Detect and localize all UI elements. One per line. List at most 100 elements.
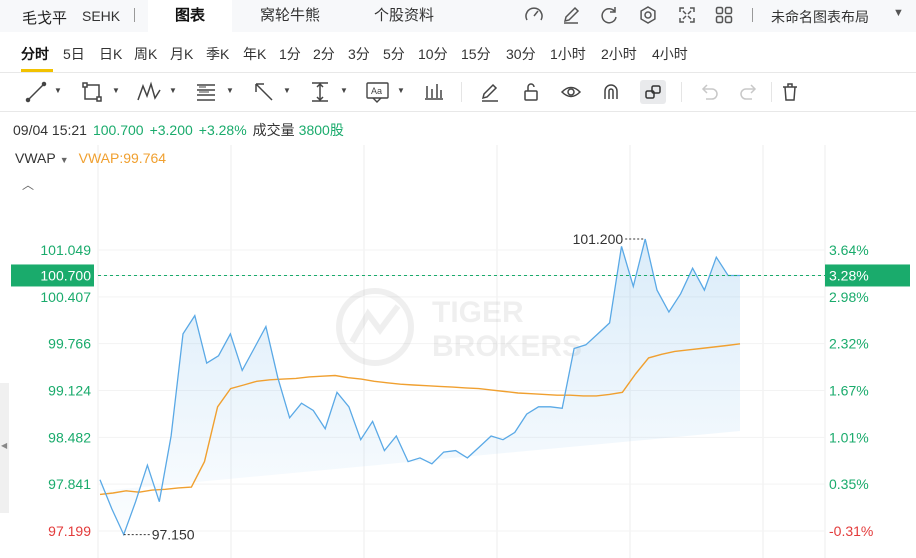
watermark-text-2: BROKERS	[432, 330, 582, 363]
settings-icon[interactable]	[637, 4, 659, 26]
fullscreen-icon[interactable]	[676, 4, 698, 26]
refresh-icon[interactable]	[598, 4, 620, 26]
collapse-icon[interactable]: ︿	[22, 176, 34, 193]
layout-name[interactable]: 未命名图表布局	[771, 7, 869, 27]
redo-icon[interactable]	[738, 80, 760, 104]
high-price-label: 101.200	[573, 231, 624, 247]
trash-icon[interactable]	[779, 80, 801, 104]
chevron-down-icon[interactable]: ▼	[226, 86, 234, 95]
y-tick-label: 99.124	[48, 383, 91, 399]
volume-label: 成交量	[252, 122, 295, 138]
line-tool-icon[interactable]	[24, 80, 48, 104]
quote-change: +3.200	[149, 122, 193, 138]
tab-warrants[interactable]: 窝轮牛熊	[242, 0, 338, 32]
grid-layout-icon[interactable]	[713, 4, 735, 26]
percent-axis: 3.64% 3.28% 2.98% 2.32% 1.67% 1.01% 0.35% -0.31…	[825, 242, 910, 539]
chevron-down-icon[interactable]: ▼	[397, 86, 405, 95]
exchange-label: SEHK	[82, 8, 121, 24]
y-tick-label: 98.482	[48, 429, 91, 445]
toolbar-divider	[771, 82, 772, 102]
pct-tick-label: -0.31%	[829, 523, 873, 539]
chevron-down-icon[interactable]: ▼	[893, 7, 904, 19]
price-axis: 101.049 100.700 100.407 99.766 99.124 98.482 9…	[11, 242, 94, 539]
indicator-icon[interactable]	[523, 4, 545, 26]
tab-chart[interactable]: 图表	[148, 0, 232, 32]
period-item[interactable]: 季K	[206, 44, 229, 64]
quote-change-pct: +3.28%	[198, 122, 247, 138]
header-divider	[752, 8, 753, 22]
chevron-left-icon[interactable]: ◀	[1, 441, 7, 450]
y-tick-label: 101.049	[40, 242, 91, 258]
pct-tick-label: 3.28%	[829, 267, 869, 283]
period-item[interactable]: 15分	[461, 44, 491, 64]
y-tick-label: 100.700	[40, 267, 91, 283]
divider	[0, 111, 916, 112]
y-tick-label: 99.766	[48, 336, 91, 352]
period-item[interactable]: 2小时	[601, 44, 637, 64]
chevron-down-icon[interactable]: ▼	[169, 86, 177, 95]
stock-name: 毛戈平	[22, 10, 68, 27]
chevron-down-icon[interactable]: ▼	[54, 86, 62, 95]
price-chart[interactable]: TIGER BROKERS 101.200 97.150 101.049 100.7…	[0, 145, 916, 558]
price-area	[100, 239, 740, 535]
draw-icon[interactable]	[560, 4, 582, 26]
top-header: 毛戈平 SEHK 图表 窝轮牛熊 个股资料 未命名图表布局 ▼	[0, 0, 916, 32]
bar-style-icon[interactable]	[423, 80, 445, 104]
toolbar-divider	[461, 82, 462, 102]
period-item[interactable]: 10分	[418, 44, 448, 64]
indicator-legend[interactable]: VWAP ▼ VWAP:99.764	[15, 150, 166, 166]
period-item[interactable]: 周K	[134, 44, 157, 64]
indicator-name[interactable]: VWAP	[15, 150, 56, 166]
quote-datetime: 09/04 15:21	[13, 122, 87, 138]
pct-tick-label: 3.64%	[829, 242, 869, 258]
pattern-tool-icon[interactable]	[136, 80, 162, 104]
undo-icon[interactable]	[698, 80, 720, 104]
period-item[interactable]: 4小时	[652, 44, 688, 64]
volume-value: 3800股	[298, 122, 344, 138]
measure-tool-icon[interactable]	[308, 80, 332, 104]
period-item[interactable]: 月K	[170, 44, 193, 64]
arrow-tool-icon[interactable]	[252, 80, 276, 104]
period-item[interactable]: 1分	[279, 44, 301, 64]
pct-tick-label: 2.98%	[829, 289, 869, 305]
link-icon[interactable]	[640, 80, 666, 104]
pct-tick-label: 2.32%	[829, 336, 869, 352]
quote-price: 100.700	[92, 122, 144, 138]
indicator-value: VWAP:99.764	[78, 150, 167, 166]
svg-text:Aa: Aa	[371, 86, 382, 96]
period-item[interactable]: 3分	[348, 44, 370, 64]
period-selector: 分时 5日 日K 周K 月K 季K 年K 1分 2分 3分 5分 10分 15分…	[0, 33, 916, 73]
header-divider	[134, 8, 135, 22]
pct-tick-label: 1.01%	[829, 429, 869, 445]
pct-tick-label: 1.67%	[829, 383, 869, 399]
eye-icon[interactable]	[560, 80, 582, 104]
chevron-down-icon[interactable]: ▼	[112, 86, 120, 95]
divider	[0, 72, 916, 73]
magnet-icon[interactable]	[600, 80, 622, 104]
watermark-text-1: TIGER	[432, 296, 524, 329]
period-item[interactable]: 2分	[313, 44, 335, 64]
y-tick-label: 97.841	[48, 476, 91, 492]
text-note-tool-icon[interactable]: Aa	[365, 80, 391, 104]
period-item[interactable]: 5分	[383, 44, 405, 64]
period-item[interactable]: 1小时	[550, 44, 586, 64]
period-item[interactable]: 分时	[21, 44, 49, 64]
period-item[interactable]: 5日	[63, 44, 85, 64]
fibonacci-tool-icon[interactable]	[194, 80, 218, 104]
watermark-logo: TIGER BROKERS	[336, 288, 582, 366]
pen-icon[interactable]	[479, 80, 501, 104]
period-item[interactable]: 30分	[506, 44, 536, 64]
chevron-down-icon[interactable]: ▼	[283, 86, 291, 95]
quote-info: 09/04 15:21 100.700 +3.200 +3.28% 成交量 3800股	[13, 120, 350, 140]
chevron-down-icon[interactable]: ▼	[60, 155, 69, 165]
toolbar-divider	[681, 82, 682, 102]
period-item[interactable]: 年K	[243, 44, 266, 64]
tab-stock-info[interactable]: 个股资料	[356, 0, 452, 32]
period-item[interactable]: 日K	[99, 44, 122, 64]
pct-tick-label: 0.35%	[829, 476, 869, 492]
chevron-down-icon[interactable]: ▼	[340, 86, 348, 95]
low-price-label: 97.150	[152, 527, 195, 543]
y-tick-label: 100.407	[40, 289, 91, 305]
rectangle-tool-icon[interactable]	[80, 80, 104, 104]
lock-icon[interactable]	[520, 80, 542, 104]
